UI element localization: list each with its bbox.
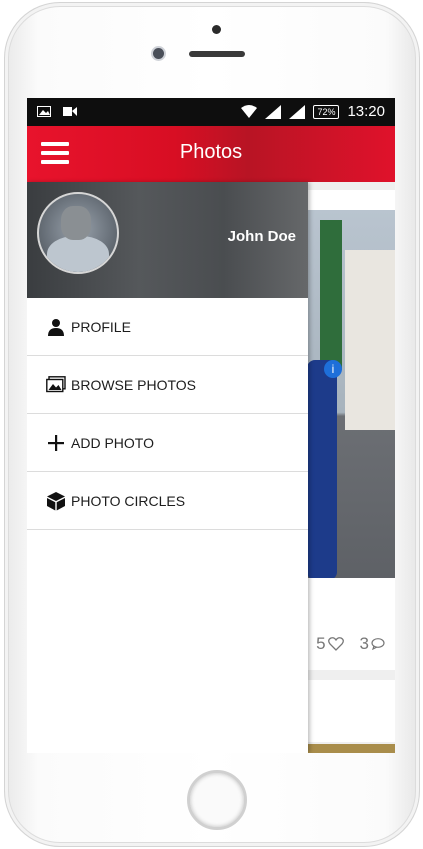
page-title: Photos: [179, 141, 243, 163]
status-bar: 72% 13:20: [27, 98, 395, 126]
front-camera: [153, 48, 164, 59]
comment-bubble-icon: [371, 638, 385, 650]
drawer-item-add-photo[interactable]: ADD PHOTO: [27, 414, 308, 472]
drawer-header: John Doe: [27, 182, 308, 298]
app-bar: Photos: [27, 126, 395, 182]
photo-person: [307, 360, 337, 578]
navigation-drawer: John Doe PROFILE BROWSE PHOTOS ADD PHOTO…: [27, 182, 308, 753]
video-notification-icon: [63, 107, 77, 116]
like-count[interactable]: 5: [316, 634, 344, 654]
drawer-item-label: BROWSE PHOTOS: [71, 376, 196, 393]
drawer-item-label: ADD PHOTO: [71, 434, 154, 451]
proximity-sensor: [212, 25, 221, 34]
drawer-item-browse-photos[interactable]: BROWSE PHOTOS: [27, 356, 308, 414]
gallery-notification-icon: [37, 106, 51, 117]
drawer-item-label: PHOTO CIRCLES: [71, 492, 186, 509]
app-screen: 72% 13:20 Photos i 5 3 John Doe PROFILE …: [27, 98, 395, 753]
person-icon: [43, 318, 69, 336]
plus-icon: [43, 434, 69, 452]
signal-icon: [265, 104, 282, 119]
avatar[interactable]: [37, 192, 119, 274]
user-name: John Doe: [227, 228, 296, 245]
info-icon: i: [324, 360, 342, 378]
wifi-icon: [241, 104, 258, 118]
drawer-menu: PROFILE BROWSE PHOTOS ADD PHOTO PHOTO CI…: [27, 298, 308, 530]
drawer-item-photo-circles[interactable]: PHOTO CIRCLES: [27, 472, 308, 530]
drawer-item-profile[interactable]: PROFILE: [27, 298, 308, 356]
battery-indicator: 72%: [313, 104, 340, 119]
photo-building: [345, 250, 395, 430]
image-icon: [43, 376, 69, 393]
heart-icon: [327, 637, 344, 651]
status-time: 13:20: [347, 103, 385, 120]
earpiece-speaker: [189, 51, 245, 57]
photo-banner: [320, 220, 342, 370]
signal-icon-2: [289, 104, 306, 119]
comment-count[interactable]: 3: [360, 634, 385, 654]
cube-icon: [43, 491, 69, 511]
drawer-item-label: PROFILE: [71, 318, 131, 335]
home-button[interactable]: [187, 770, 247, 830]
